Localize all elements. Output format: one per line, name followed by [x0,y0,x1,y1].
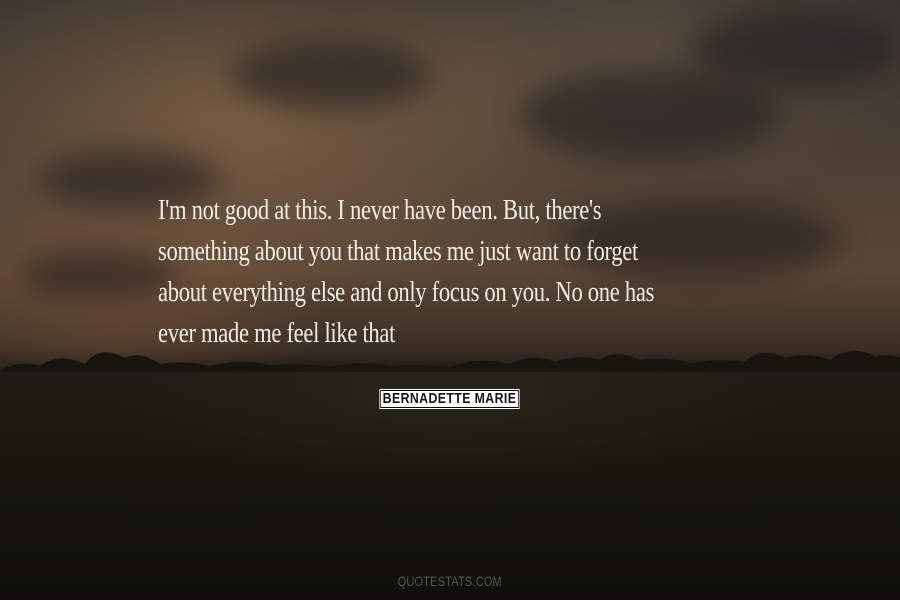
watermark-text: QUOTESTATS.COM [397,573,503,589]
quote-line: about everything else and only focus on … [158,276,655,308]
quote-line: I'm not good at this. I never have been.… [158,194,602,226]
cloud [690,10,900,90]
cloud [20,250,180,300]
cloud [230,40,430,110]
watermark: QUOTESTATS.COM [0,573,900,589]
quote-image: I'm not good at this. I never have been.… [0,0,900,600]
quote-text: I'm not good at this. I never have been.… [158,190,655,354]
author-label: BERNADETTE MARIE [0,389,900,409]
quote-line: ever made me feel like that [158,317,396,349]
author-name: BERNADETTE MARIE [379,389,521,409]
quote-line: something about you that makes me just w… [158,235,638,267]
